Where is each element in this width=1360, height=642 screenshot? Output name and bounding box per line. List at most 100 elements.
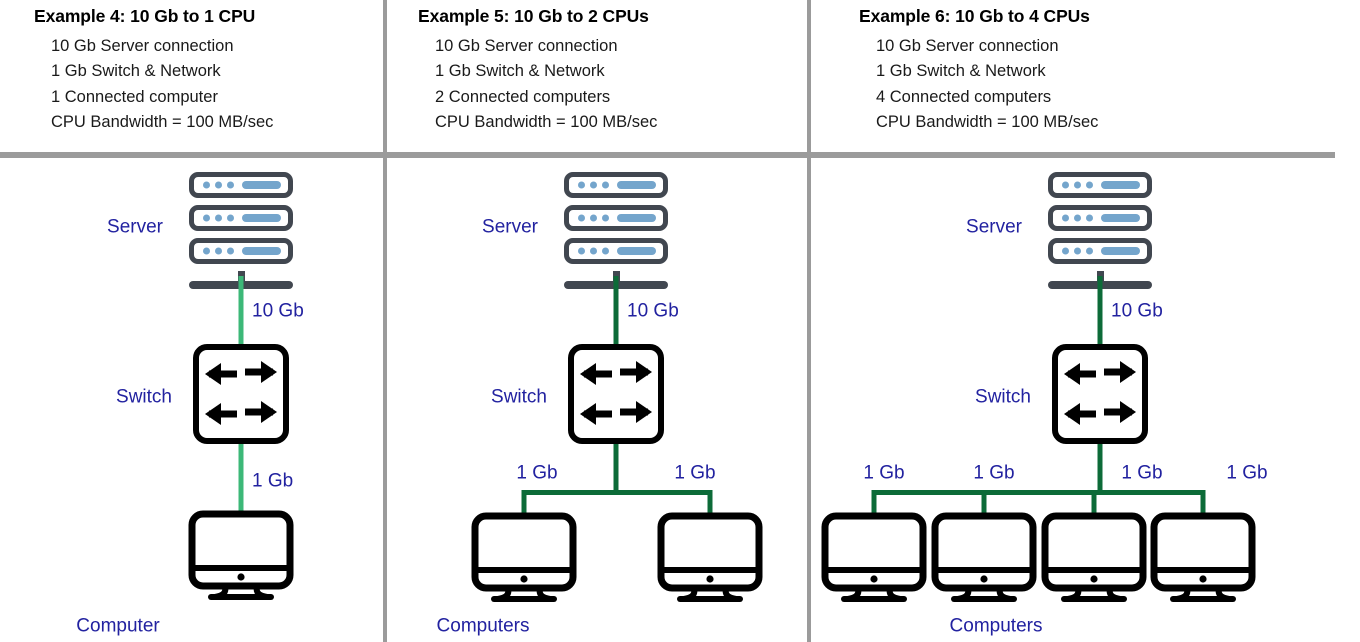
switch-label: Switch — [975, 386, 1031, 408]
server-led — [227, 214, 234, 222]
server-led — [1074, 247, 1081, 255]
server-label: Server — [966, 216, 1022, 238]
server-led — [215, 214, 222, 222]
uplink-line — [613, 276, 619, 344]
server-rack-icon — [189, 172, 293, 289]
spec-item: 4 Connected computers — [876, 87, 1052, 106]
computer-label: Computers — [436, 615, 530, 637]
server-led — [1086, 181, 1093, 189]
downlink-drop — [521, 490, 527, 514]
server-led — [602, 247, 609, 255]
panel-title: Example 5: 10 Gb to 2 CPUs — [418, 6, 649, 26]
server-unit — [189, 238, 293, 264]
server-led — [215, 181, 222, 189]
downlink-drop — [871, 490, 877, 514]
downlink-trunk — [1097, 444, 1103, 493]
server-led — [1062, 181, 1069, 189]
server-bay — [242, 247, 281, 255]
network-switch-icon — [1052, 344, 1148, 444]
server-led — [227, 247, 234, 255]
downlink-label: 1 Gb — [674, 462, 716, 484]
server-bay — [242, 181, 281, 189]
desktop-monitor-icon — [470, 512, 578, 602]
server-led — [590, 214, 597, 222]
desktop-monitor-icon — [1149, 512, 1257, 602]
header-example-6: Example 6: 10 Gb to 4 CPUs 10 Gb Server … — [859, 6, 1360, 136]
computer-label: Computer — [76, 615, 160, 637]
spec-item: 1 Gb Switch & Network — [435, 62, 605, 81]
server-unit — [189, 172, 293, 198]
downlink-label: 1 Gb — [1226, 462, 1268, 484]
server-led — [1062, 247, 1069, 255]
server-led — [1086, 214, 1093, 222]
downlink-bus — [872, 490, 1205, 495]
server-led — [1074, 214, 1081, 222]
server-led — [1062, 214, 1069, 222]
uplink-label: 10 Gb — [627, 300, 679, 322]
server-led — [227, 181, 234, 189]
server-label: Server — [482, 216, 538, 238]
spec-list: 10 Gb Server connection 1 Gb Switch & Ne… — [859, 34, 1360, 136]
spec-item: 10 Gb Server connection — [876, 36, 1059, 55]
downlink-drop — [1200, 490, 1206, 514]
server-led — [578, 181, 585, 189]
header-example-5: Example 5: 10 Gb to 2 CPUs 10 Gb Server … — [418, 6, 807, 136]
spec-item: CPU Bandwidth = 100 MB/sec — [876, 113, 1099, 132]
desktop-monitor-icon — [1040, 512, 1148, 602]
desktop-monitor-icon — [187, 510, 295, 600]
spec-item: 1 Gb Switch & Network — [51, 62, 221, 81]
server-unit — [564, 238, 668, 264]
downlink-trunk — [613, 444, 619, 493]
server-led — [602, 214, 609, 222]
panel-example-4: Example 4: 10 Gb to 1 CPU 10 Gb Server c… — [0, 0, 383, 642]
desktop-monitor-icon — [820, 512, 928, 602]
downlink-label: 1 Gb — [252, 470, 294, 492]
downlink-drop — [981, 490, 987, 514]
server-led — [578, 214, 585, 222]
downlink-label: 1 Gb — [863, 462, 905, 484]
switch-label: Switch — [491, 386, 547, 408]
downlink-drop — [707, 490, 713, 514]
server-led — [1074, 181, 1081, 189]
network-switch-icon — [568, 344, 664, 444]
server-rack-icon — [564, 172, 668, 289]
server-led — [215, 247, 222, 255]
downlink-label: 1 Gb — [1121, 462, 1163, 484]
spec-item: 10 Gb Server connection — [435, 36, 618, 55]
server-unit — [564, 172, 668, 198]
downlink-drop — [1091, 490, 1097, 514]
server-led — [1086, 247, 1093, 255]
uplink-label: 10 Gb — [1111, 300, 1163, 322]
spec-item: CPU Bandwidth = 100 MB/sec — [51, 113, 274, 132]
desktop-monitor-icon — [930, 512, 1038, 602]
server-bay — [1101, 181, 1140, 189]
spec-item: 1 Gb Switch & Network — [876, 62, 1046, 81]
downlink-line — [238, 444, 244, 512]
server-label: Server — [107, 216, 163, 238]
downlink-label: 1 Gb — [973, 462, 1015, 484]
server-led — [602, 181, 609, 189]
header-example-4: Example 4: 10 Gb to 1 CPU 10 Gb Server c… — [34, 6, 383, 136]
server-led — [590, 247, 597, 255]
diagram-canvas: Example 4: 10 Gb to 1 CPU 10 Gb Server c… — [0, 0, 1360, 642]
server-unit — [1048, 238, 1152, 264]
server-led — [203, 181, 210, 189]
server-bay — [617, 247, 656, 255]
uplink-label: 10 Gb — [252, 300, 304, 322]
spec-list: 10 Gb Server connection 1 Gb Switch & Ne… — [34, 34, 383, 136]
server-bay — [617, 181, 656, 189]
server-bay — [242, 214, 281, 222]
downlink-bus — [522, 490, 712, 495]
spec-item: 1 Connected computer — [51, 87, 218, 106]
server-led — [590, 181, 597, 189]
server-bay — [1101, 214, 1140, 222]
server-bay — [1101, 247, 1140, 255]
computer-label: Computers — [949, 615, 1043, 637]
spec-item: CPU Bandwidth = 100 MB/sec — [435, 113, 658, 132]
panel-example-6: Example 6: 10 Gb to 4 CPUs 10 Gb Server … — [811, 0, 1360, 642]
server-bay — [617, 214, 656, 222]
server-rack-icon — [1048, 172, 1152, 289]
server-led — [203, 214, 210, 222]
server-unit — [1048, 172, 1152, 198]
spec-list: 10 Gb Server connection 1 Gb Switch & Ne… — [418, 34, 807, 136]
